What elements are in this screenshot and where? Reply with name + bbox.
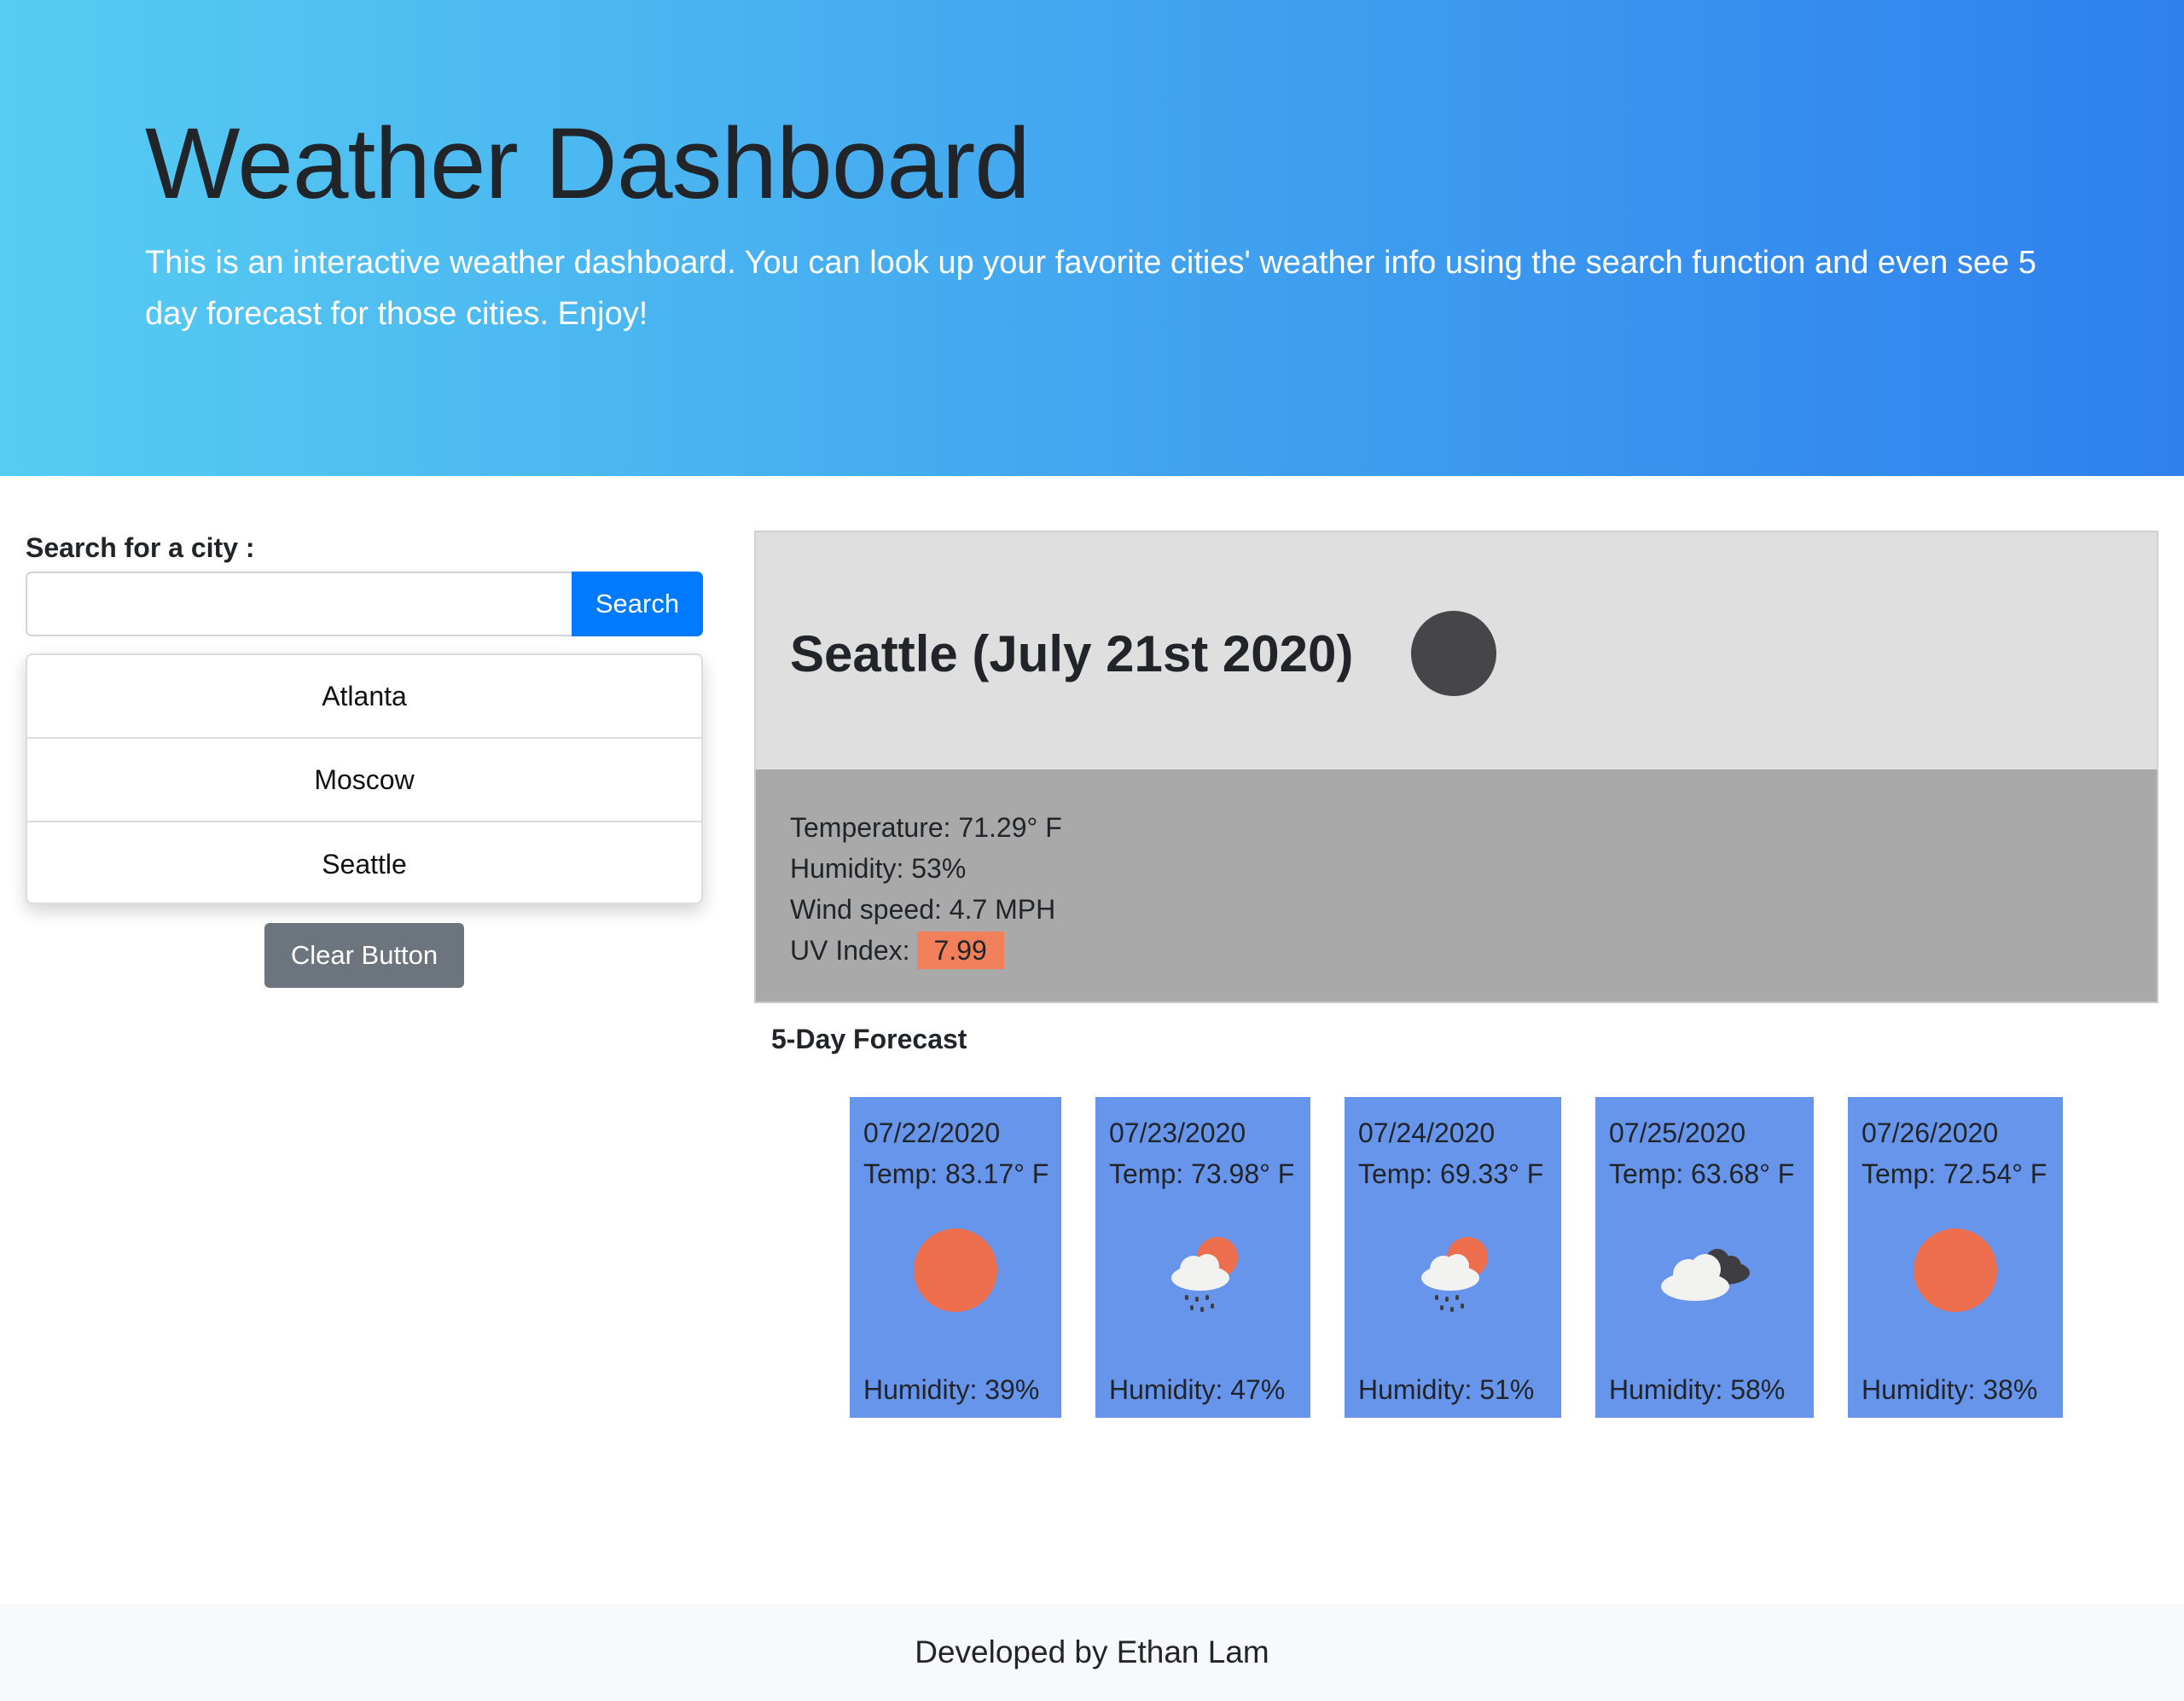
forecast-date: 07/24/2020 bbox=[1358, 1118, 1496, 1148]
forecast-temp: Temp: 72.54° F bbox=[1862, 1158, 2048, 1189]
page-footer: Developed by Ethan Lam bbox=[0, 1604, 2184, 1701]
forecast-temp: Temp: 73.98° F bbox=[1109, 1158, 1295, 1189]
forecast-temp: Temp: 69.33° F bbox=[1358, 1158, 1544, 1189]
current-temperature: Temperature: 71.29° F bbox=[790, 812, 1062, 843]
forecast-date: 07/23/2020 bbox=[1109, 1118, 1246, 1148]
forecast-temp: Temp: 63.68° F bbox=[1609, 1158, 1795, 1189]
forecast-date: 07/25/2020 bbox=[1609, 1118, 1746, 1148]
search-history-list: Atlanta Moscow Seattle bbox=[26, 653, 703, 904]
page-description: This is an interactive weather dashboard… bbox=[145, 245, 2036, 332]
forecast-humidity: Humidity: 39% bbox=[863, 1374, 1040, 1405]
current-humidity: Humidity: 53% bbox=[790, 853, 967, 884]
page-title: Weather Dashboard bbox=[145, 107, 1031, 220]
sun-icon bbox=[1914, 1228, 1997, 1312]
forecast-card: 07/25/2020 Temp: 63.68° F Humidity: 58% bbox=[1595, 1097, 1814, 1418]
forecast-humidity: Humidity: 47% bbox=[1109, 1374, 1286, 1405]
forecast-title: 5-Day Forecast bbox=[771, 1024, 967, 1054]
history-item-atlanta[interactable]: Atlanta bbox=[27, 655, 701, 739]
forecast-card: 07/26/2020 Temp: 72.54° F Humidity: 38% bbox=[1848, 1097, 2063, 1418]
current-uv-row: UV Index: 7.99 bbox=[790, 930, 2157, 971]
broken-clouds-icon bbox=[1661, 1249, 1750, 1301]
history-item-seattle[interactable]: Seattle bbox=[27, 822, 701, 903]
sun-rain-cloud-icon bbox=[1171, 1237, 1238, 1312]
forecast-humidity: Humidity: 58% bbox=[1609, 1374, 1786, 1405]
sun-icon bbox=[914, 1228, 997, 1312]
current-wind-speed: Wind speed: 4.7 MPH bbox=[790, 894, 1056, 925]
history-item-moscow[interactable]: Moscow bbox=[27, 739, 701, 822]
forecast-card: 07/24/2020 Temp: 69.33° F Humidity: 51% bbox=[1345, 1097, 1561, 1418]
forecast-temp: Temp: 83.17° F bbox=[863, 1158, 1049, 1189]
sun-rain-cloud-icon bbox=[1421, 1237, 1488, 1312]
current-weather-details: Temperature: 71.29° F Humidity: 53% Wind… bbox=[754, 769, 2158, 1003]
footer-credit: Developed by Ethan Lam bbox=[915, 1634, 1269, 1669]
uv-index-badge: 7.99 bbox=[916, 932, 1004, 969]
current-weather-header: Seattle (July 21st 2020) bbox=[754, 531, 2158, 771]
city-search-input[interactable] bbox=[26, 572, 573, 636]
moon-dark-icon bbox=[1411, 611, 1496, 696]
forecast-card: 07/22/2020 Temp: 83.17° F Humidity: 39% bbox=[850, 1097, 1061, 1418]
current-city-title: Seattle (July 21st 2020) bbox=[790, 625, 1354, 682]
forecast-humidity: Humidity: 51% bbox=[1358, 1374, 1535, 1405]
search-label: Search for a city : bbox=[26, 532, 255, 563]
forecast-card: 07/23/2020 Temp: 73.98° F Humidity: 47% bbox=[1095, 1097, 1310, 1418]
forecast-date: 07/22/2020 bbox=[863, 1118, 1001, 1148]
search-button[interactable]: Search bbox=[572, 572, 703, 636]
forecast-humidity: Humidity: 38% bbox=[1862, 1374, 2038, 1405]
forecast-date: 07/26/2020 bbox=[1862, 1118, 1999, 1148]
uv-index-label: UV Index: bbox=[790, 935, 910, 966]
clear-history-button[interactable]: Clear Button bbox=[264, 923, 464, 988]
hero-banner: Weather Dashboard This is an interactive… bbox=[0, 0, 2184, 476]
